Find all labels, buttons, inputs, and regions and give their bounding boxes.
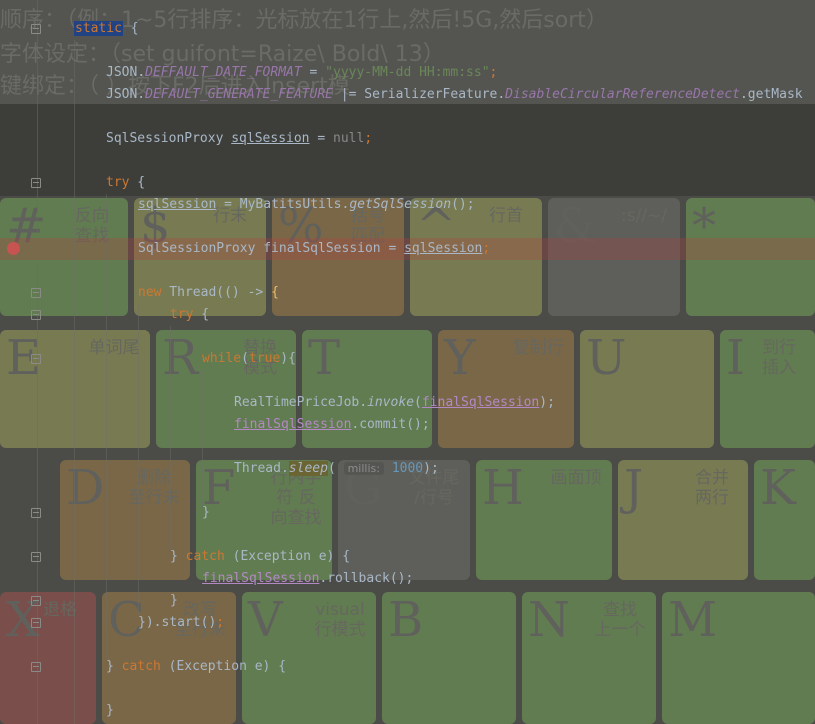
fold-marker-icon[interactable] [31, 662, 41, 672]
code-line[interactable]: try { [170, 304, 209, 326]
code-line[interactable]: try { [106, 172, 145, 194]
code-line[interactable]: finalSqlSession.rollback(); [202, 568, 413, 590]
breakpoint-icon[interactable] [7, 242, 20, 255]
fold-marker-icon[interactable] [31, 618, 41, 628]
code-line[interactable]: JSON.DEFFAULT_DATE_FORMAT = "yyyy-MM-dd … [106, 62, 497, 84]
indent-guide [170, 326, 171, 550]
fold-marker-icon[interactable] [31, 310, 41, 320]
code-editor[interactable]: static { JSON.DEFFAULT_DATE_FORMAT = "yy… [0, 0, 815, 724]
code-line[interactable]: while(true){ [202, 348, 296, 370]
code-line[interactable]: new Thread(() -> { [138, 282, 279, 304]
editor-gutter[interactable] [0, 0, 46, 724]
code-line[interactable]: } catch (Exception e) { [106, 656, 286, 678]
code-line[interactable]: }).start(); [138, 612, 224, 634]
fold-marker-icon[interactable] [31, 354, 41, 364]
indent-guide [74, 40, 75, 724]
indent-guide [202, 370, 203, 508]
fold-marker-icon[interactable] [31, 24, 41, 34]
code-line[interactable]: JSON.DEFAULT_GENERATE_FEATURE |= Seriali… [106, 84, 803, 106]
code-line[interactable]: SqlSessionProxy finalSqlSession = sqlSes… [138, 238, 490, 260]
code-line[interactable]: finalSqlSession.commit(); [234, 414, 430, 436]
fold-marker-icon[interactable] [31, 552, 41, 562]
fold-marker-icon[interactable] [31, 508, 41, 518]
code-line[interactable]: } [106, 700, 114, 722]
fold-marker-icon[interactable] [31, 596, 41, 606]
indent-guide [138, 304, 139, 616]
code-line[interactable]: } [202, 502, 210, 524]
code-line[interactable]: SqlSessionProxy sqlSession = null; [106, 128, 372, 150]
code-line[interactable]: } catch (Exception e) { [170, 546, 350, 568]
code-line[interactable]: static { [74, 18, 139, 40]
code-line[interactable]: sqlSession = MyBatitsUtils.getSqlSession… [138, 194, 475, 216]
fold-marker-icon[interactable] [31, 288, 41, 298]
code-line[interactable]: } [170, 590, 178, 612]
fold-marker-icon[interactable] [31, 178, 41, 188]
code-line[interactable]: Thread.sleep( millis: 1000); [234, 458, 439, 480]
parameter-hint: millis: [343, 462, 384, 475]
code-line[interactable]: RealTimePriceJob.invoke(finalSqlSession)… [234, 392, 555, 414]
indent-guide [106, 194, 107, 658]
